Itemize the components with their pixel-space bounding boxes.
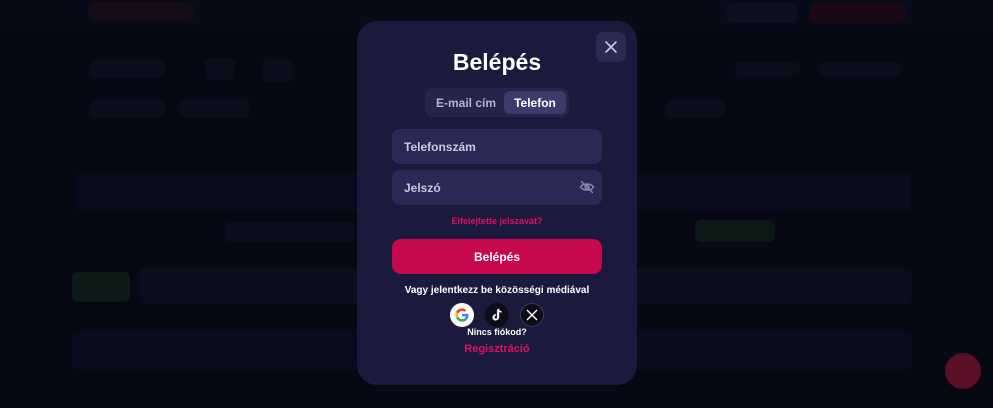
tiktok-icon — [492, 308, 502, 321]
password-placeholder: Jelszó — [404, 180, 441, 195]
social-login-prompt: Vagy jelentkezz be közösségi médiával — [404, 285, 590, 296]
tab-phone[interactable]: Telefon — [504, 91, 566, 114]
login-method-tabs: E-mail cím Telefon — [425, 88, 569, 117]
register-link[interactable]: Regisztráció — [357, 343, 637, 355]
google-login-button[interactable] — [450, 303, 474, 327]
forgot-password-link[interactable]: Elfelejtette jelszavát? — [357, 216, 637, 226]
eye-off-icon[interactable] — [579, 179, 595, 195]
login-button[interactable]: Belépés — [392, 239, 602, 274]
password-input[interactable]: Jelszó — [392, 170, 602, 205]
phone-number-input[interactable]: Telefonszám — [392, 129, 602, 164]
login-modal: Belépés E-mail cím Telefon Telefonszám J… — [357, 21, 637, 385]
google-icon — [455, 308, 469, 322]
x-icon — [526, 309, 538, 321]
chat-button[interactable] — [945, 353, 981, 389]
modal-title: Belépés — [452, 49, 542, 75]
no-account-text: Nincs fiókod? — [467, 327, 527, 337]
x-login-button[interactable] — [520, 303, 544, 327]
tab-email[interactable]: E-mail cím — [428, 91, 504, 114]
tiktok-login-button[interactable] — [485, 303, 509, 327]
